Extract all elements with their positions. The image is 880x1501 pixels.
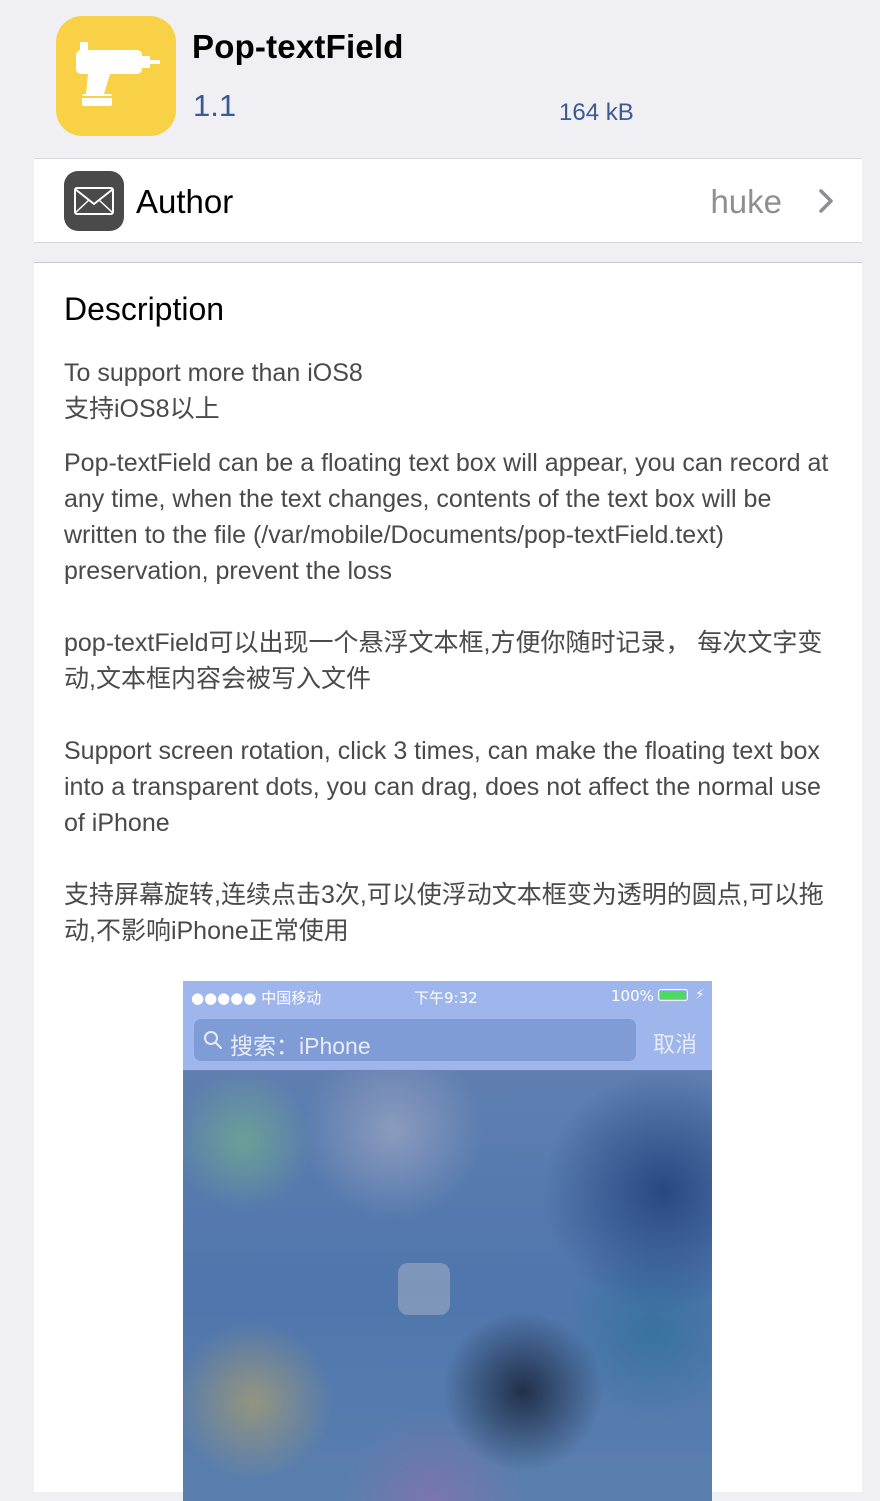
description-paragraph: Support screen rotation, click 3 times, …	[64, 737, 821, 837]
description-paragraph: Pop-textField can be a floating text box…	[64, 449, 829, 585]
package-header: Pop-textField 1.1 164 kB	[0, 0, 880, 158]
author-row[interactable]: Author huke	[34, 158, 862, 243]
package-title: Pop-textField	[192, 28, 404, 65]
description-paragraph: To support more than iOS8 支持iOS8以上	[64, 359, 363, 423]
package-size: 164 kB	[559, 99, 634, 126]
floating-dot	[398, 1263, 450, 1315]
chevron-right-icon	[818, 189, 834, 218]
mail-icon	[64, 171, 124, 231]
description-paragraph: 支持屏幕旋转,连续点击3次,可以使浮动文本框变为透明的圆点,可以拖动,不影响iP…	[64, 881, 824, 945]
author-label: Author	[136, 183, 234, 220]
screenshot-blurred-background	[183, 1071, 712, 1501]
screenshot-search-text: 搜索：iPhone	[230, 1033, 371, 1059]
search-icon	[204, 1031, 222, 1049]
status-time: 下午9:32	[414, 989, 478, 1007]
description-paragraph: pop-textField可以出现一个悬浮文本框,方便你随时记录， 每次文字变动…	[64, 629, 823, 693]
charging-icon: ⚡	[695, 986, 705, 1002]
package-version: 1.1	[193, 88, 237, 123]
screenshot-header: ●●●●● 中国移动 下午9:32 100% ⚡ 搜索：iPhone 取消	[183, 981, 712, 1071]
screenshot-image: ●●●●● 中国移动 下午9:32 100% ⚡ 搜索：iPhone 取消	[183, 981, 712, 1501]
description-body: To support more than iOS8 支持iOS8以上 Pop-t…	[64, 355, 834, 949]
carrier-status: ●●●●● 中国移动	[191, 989, 322, 1007]
description-heading: Description	[64, 291, 225, 327]
description-card: Description To support more than iOS8 支持…	[34, 262, 862, 1501]
screenshot-cancel-label: 取消	[653, 1032, 698, 1057]
battery-icon	[658, 989, 688, 1001]
author-value: huke	[710, 183, 782, 220]
battery-percent: 100%	[611, 987, 654, 1005]
screenshot-search-bar: 搜索：iPhone	[194, 1019, 636, 1061]
drill-icon	[56, 16, 176, 136]
